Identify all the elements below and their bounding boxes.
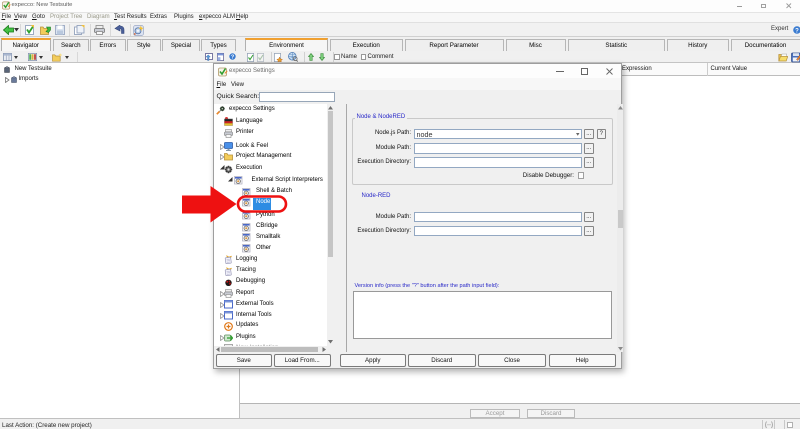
svg-text:?: ? (795, 28, 799, 34)
